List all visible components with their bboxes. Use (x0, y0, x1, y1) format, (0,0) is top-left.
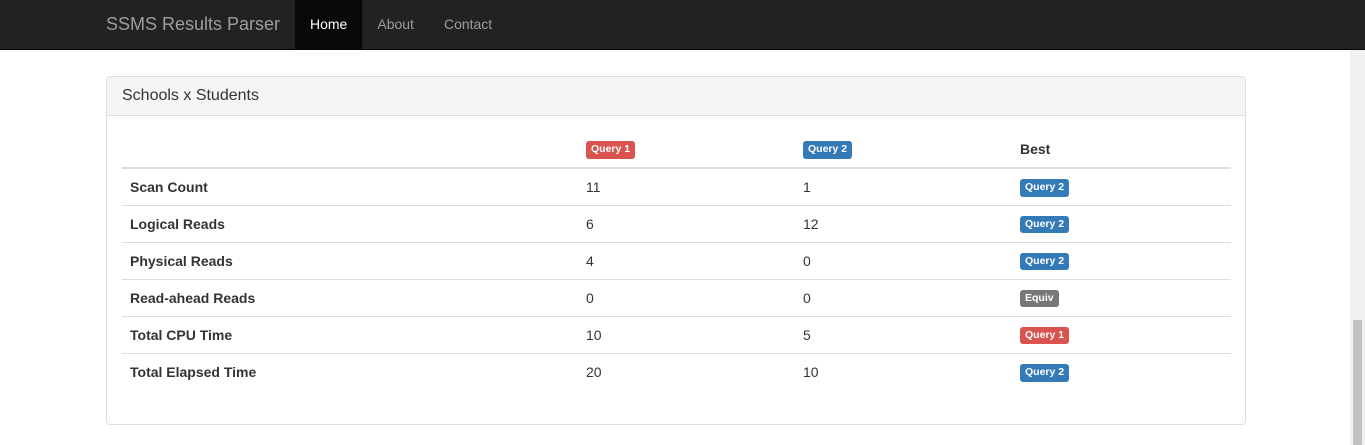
brand-link[interactable]: SSMS Results Parser (106, 0, 280, 50)
best-cell: Equiv (1012, 278, 1231, 316)
best-cell: Query 2 (1012, 241, 1231, 279)
best-badge: Query 2 (1020, 215, 1070, 234)
metric-name: Total CPU Time (122, 315, 578, 353)
metric-name: Read-ahead Reads (122, 278, 578, 316)
query2-value: 1 (803, 178, 811, 195)
query2-column-header: Query 2 (795, 131, 1012, 169)
best-cell: Query 1 (1012, 315, 1231, 353)
query1-value: 10 (578, 315, 795, 353)
query2-value: 10 (795, 352, 1012, 390)
query2-value: 0 (795, 278, 1012, 316)
best-badge: Equiv (1020, 289, 1059, 308)
best-badge: Query 2 (1020, 364, 1070, 382)
top-navbar: SSMS Results Parser Home About Contact (0, 0, 1365, 50)
table-row: Scan Count 11 1 Query 2 (122, 168, 1231, 205)
best-badge: Query 2 (1020, 252, 1070, 271)
table-row: Total Elapsed Time 20 10 Query 2 (122, 352, 1231, 390)
table-row: Total CPU Time 10 5 Query 1 (122, 315, 1231, 353)
scrollbar-thumb[interactable] (1353, 320, 1362, 445)
query2-value: 0 (795, 241, 1012, 279)
query1-value: 20 (578, 352, 795, 390)
metric-name: Total Elapsed Time (122, 352, 578, 390)
query2-value: 12 (795, 204, 1012, 242)
table-body: Scan Count 11 1 Query 2 Logical Reads 6 12 Quer… (122, 168, 1231, 390)
nav-contact-link[interactable]: Contact (429, 0, 507, 50)
nav-menu: Home About Contact (295, 0, 507, 50)
query1-value: 6 (578, 204, 795, 242)
table-row: Read-ahead Reads 0 0 Equiv (122, 278, 1231, 316)
table-row: Physical Reads 4 0 Query 2 (122, 241, 1231, 279)
query1-value: 4 (578, 241, 795, 279)
best-badge: Query 1 (1020, 326, 1070, 345)
query1-column-header: Query 1 (578, 131, 795, 169)
best-cell: Query 2 (1012, 204, 1231, 242)
query2-value: 5 (795, 315, 1012, 353)
query1-badge: Query 1 (586, 141, 636, 159)
results-table: Query 1 Query 2 Best Scan Count 11 1 Query … (122, 131, 1231, 390)
results-panel: Schools x Students Query 1 Query 2 Best … (106, 76, 1246, 425)
table-header-row: Query 1 Query 2 Best (122, 131, 1231, 169)
best-badge: Query 2 (1020, 179, 1070, 197)
nav-home-link[interactable]: Home (295, 0, 363, 50)
metric-name: Logical Reads (122, 204, 578, 242)
query2-badge: Query 2 (803, 141, 853, 159)
query1-value: 11 (586, 178, 601, 195)
table-row: Logical Reads 6 12 Query 2 (122, 204, 1231, 242)
best-column-header: Best (1012, 131, 1231, 169)
best-cell: Query 2 (1012, 168, 1231, 205)
nav-about-link[interactable]: About (362, 0, 429, 50)
metric-name: Scan Count (130, 178, 208, 195)
page-scrollbar[interactable] (1350, 50, 1365, 445)
metric-column-header (122, 131, 578, 169)
best-cell: Query 2 (1012, 352, 1231, 390)
query1-value: 0 (578, 278, 795, 316)
metric-name: Physical Reads (122, 241, 578, 279)
panel-title: Schools x Students (107, 77, 1245, 116)
